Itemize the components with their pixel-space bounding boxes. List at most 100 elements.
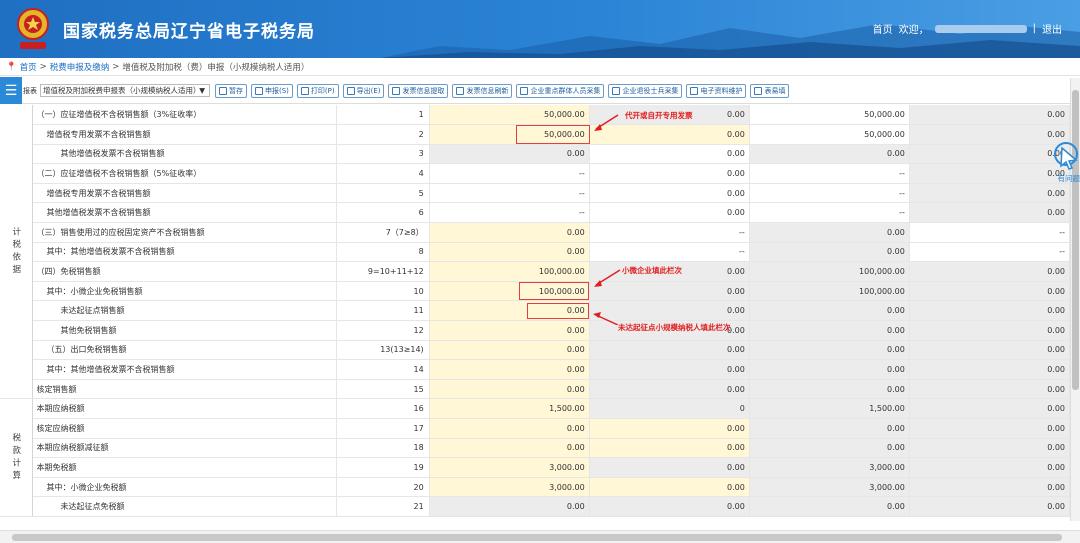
- logout-link[interactable]: 退出: [1042, 21, 1062, 36]
- row-label: 其中：小微企业免税额: [32, 477, 337, 498]
- cell-value[interactable]: 1,500.00: [429, 398, 590, 419]
- row-label: 增值税专用发票不含税销售额: [32, 183, 337, 204]
- easy-fill-button[interactable]: 表易填: [750, 84, 790, 98]
- cell-value[interactable]: 0.00: [429, 320, 590, 341]
- breadcrumb-home[interactable]: 首页: [20, 61, 37, 73]
- cell-value[interactable]: 0.00: [429, 359, 590, 380]
- refresh-icon: [456, 87, 465, 95]
- home-link[interactable]: 首页: [873, 21, 893, 36]
- cell-value: 0.00: [749, 496, 910, 517]
- annotation-below-threshold: 未达起征点小规模纳税人填此栏次: [618, 323, 731, 332]
- cell-value[interactable]: 3,000.00: [429, 477, 590, 498]
- table-row: （二）应征增值税不含税销售额（5%征收率） 4 -- 0.00 -- 0.00: [0, 163, 1070, 184]
- scroll-thumb[interactable]: [1072, 90, 1079, 390]
- save-icon: [219, 87, 227, 95]
- cell-value: 0.00: [589, 457, 750, 478]
- submit-button[interactable]: 申报(S): [251, 84, 293, 98]
- veteran-button[interactable]: 企业退役士兵采集: [608, 84, 683, 98]
- invoice-refresh-button[interactable]: 发票信息刷新: [452, 84, 513, 98]
- cell-value: 100,000.00: [749, 261, 910, 282]
- highlight-box-line2: [516, 125, 590, 144]
- export-button[interactable]: 导出(E): [342, 84, 385, 98]
- cell-value[interactable]: 0.00: [589, 477, 750, 498]
- row-label: 本期应纳税额: [32, 398, 337, 419]
- cell-value[interactable]: 0.00: [429, 222, 590, 243]
- cell-value[interactable]: 0.00: [429, 438, 590, 459]
- scroll-thumb[interactable]: [12, 534, 1062, 541]
- cell-value[interactable]: 100,000.00: [429, 261, 590, 282]
- cell-value: 3,000.00: [749, 477, 910, 498]
- table-row: （四）免税销售额 9=10+11+12 100,000.00 0.00 100,000.…: [0, 261, 1070, 282]
- table-row: 核定销售额 15 0.00 0.00 0.00 0.00: [0, 379, 1070, 400]
- row-line-number: 5: [336, 183, 430, 204]
- row-line-number: 13(13≥14): [336, 340, 430, 361]
- cell-value: --: [909, 222, 1070, 243]
- cell-value: 0.00: [909, 398, 1070, 419]
- cell-value: 0.00: [749, 320, 910, 341]
- e-document-button[interactable]: 电子资料维护: [686, 84, 747, 98]
- cell-value[interactable]: 3,000.00: [429, 457, 590, 478]
- cell-value: 0.00: [749, 359, 910, 380]
- print-button[interactable]: 打印(P): [296, 84, 339, 98]
- row-line-number: 7（7≥8）: [336, 222, 430, 243]
- key-group-button[interactable]: 企业重点群体人员采集: [516, 84, 605, 98]
- edit-icon: [612, 87, 621, 95]
- cell-value: 0.00: [429, 496, 590, 517]
- cell-value[interactable]: 0.00: [429, 379, 590, 400]
- row-line-number: 16: [336, 398, 430, 419]
- table-select[interactable]: 增值税及附加税费申报表（小规模纳税人适用） ▼: [40, 84, 210, 97]
- horizontal-scrollbar[interactable]: [0, 530, 1080, 543]
- cell-value: 0.00: [909, 105, 1070, 126]
- cell-value[interactable]: 0.00: [429, 340, 590, 361]
- cell-value: 0.00: [909, 340, 1070, 361]
- row-label: 其中：小微企业免税销售额: [32, 281, 337, 302]
- cell-value: 0.00: [909, 183, 1070, 204]
- row-label: 其他增值税发票不含税销售额: [32, 144, 337, 165]
- invoice-extract-button[interactable]: 发票信息提取: [388, 84, 449, 98]
- row-line-number: 20: [336, 477, 430, 498]
- row-line-number: 9=10+11+12: [336, 261, 430, 282]
- location-pin-icon: 📍: [6, 61, 17, 72]
- cell-value[interactable]: 0.00: [429, 242, 590, 263]
- row-label: （四）免税销售额: [32, 261, 337, 282]
- table-row: 其他增值税发票不含税销售额 6 -- 0.00 -- 0.00: [0, 202, 1070, 224]
- row-line-number: 21: [336, 496, 430, 517]
- breadcrumb-level1[interactable]: 税费申报及缴纳: [50, 61, 110, 73]
- help-label: 有问题: [1057, 174, 1080, 183]
- cell-value[interactable]: 0.00: [429, 418, 590, 439]
- cell-value: 0.00: [909, 438, 1070, 459]
- table-row: 其他增值税发票不含税销售额 3 0.00 0.00 0.00 0.00: [0, 144, 1070, 165]
- cell-value: 0.00: [909, 281, 1070, 302]
- menu-toggle-button[interactable]: ☰: [0, 77, 22, 104]
- edit-icon: [520, 87, 529, 95]
- cell-value: 0.00: [749, 144, 910, 165]
- table-row: 税款计算 本期应纳税额 16 1,500.00 0 1,500.00 0.00: [0, 398, 1070, 517]
- row-line-number: 11: [336, 300, 430, 322]
- table-row: 其他免税销售额 12 0.00 0.00 0.00 0.00: [0, 320, 1070, 341]
- row-label: （二）应征增值税不含税销售额（5%征收率）: [32, 163, 337, 184]
- cell-value[interactable]: 0.00: [589, 418, 750, 439]
- cell-value: --: [749, 183, 910, 204]
- help-float-button[interactable]: 有问题: [1046, 140, 1080, 184]
- table-row: 本期免税额 19 3,000.00 0.00 3,000.00 0.00: [0, 457, 1070, 478]
- row-label: 核定销售额: [32, 379, 337, 400]
- cell-value[interactable]: 0.00: [589, 438, 750, 459]
- save-draft-button[interactable]: 暂存: [215, 84, 247, 98]
- cell-value: --: [429, 202, 590, 224]
- cell-value[interactable]: 50,000.00: [429, 105, 590, 126]
- row-label: 核定应纳税额: [32, 418, 337, 439]
- cell-value: 0.00: [749, 222, 910, 243]
- row-label: 其中：其他增值税发票不含税销售额: [32, 242, 337, 263]
- print-icon: [300, 87, 309, 95]
- cell-value: --: [749, 202, 910, 224]
- export-icon: [346, 87, 355, 95]
- cell-value: 1,500.00: [749, 398, 910, 419]
- row-line-number: 2: [336, 124, 430, 145]
- cell-value: --: [429, 163, 590, 184]
- table-row: 其中：小微企业免税额 20 3,000.00 0.00 3,000.00 0.00: [0, 477, 1070, 498]
- cell-value: 50,000.00: [749, 124, 910, 145]
- cursor-help-icon: [1054, 142, 1078, 170]
- cell-value: 0.00: [909, 202, 1070, 224]
- row-label: 未达起征点销售额: [32, 300, 337, 322]
- table-row: 增值税专用发票不含税销售额 5 -- 0.00 -- 0.00: [0, 183, 1070, 204]
